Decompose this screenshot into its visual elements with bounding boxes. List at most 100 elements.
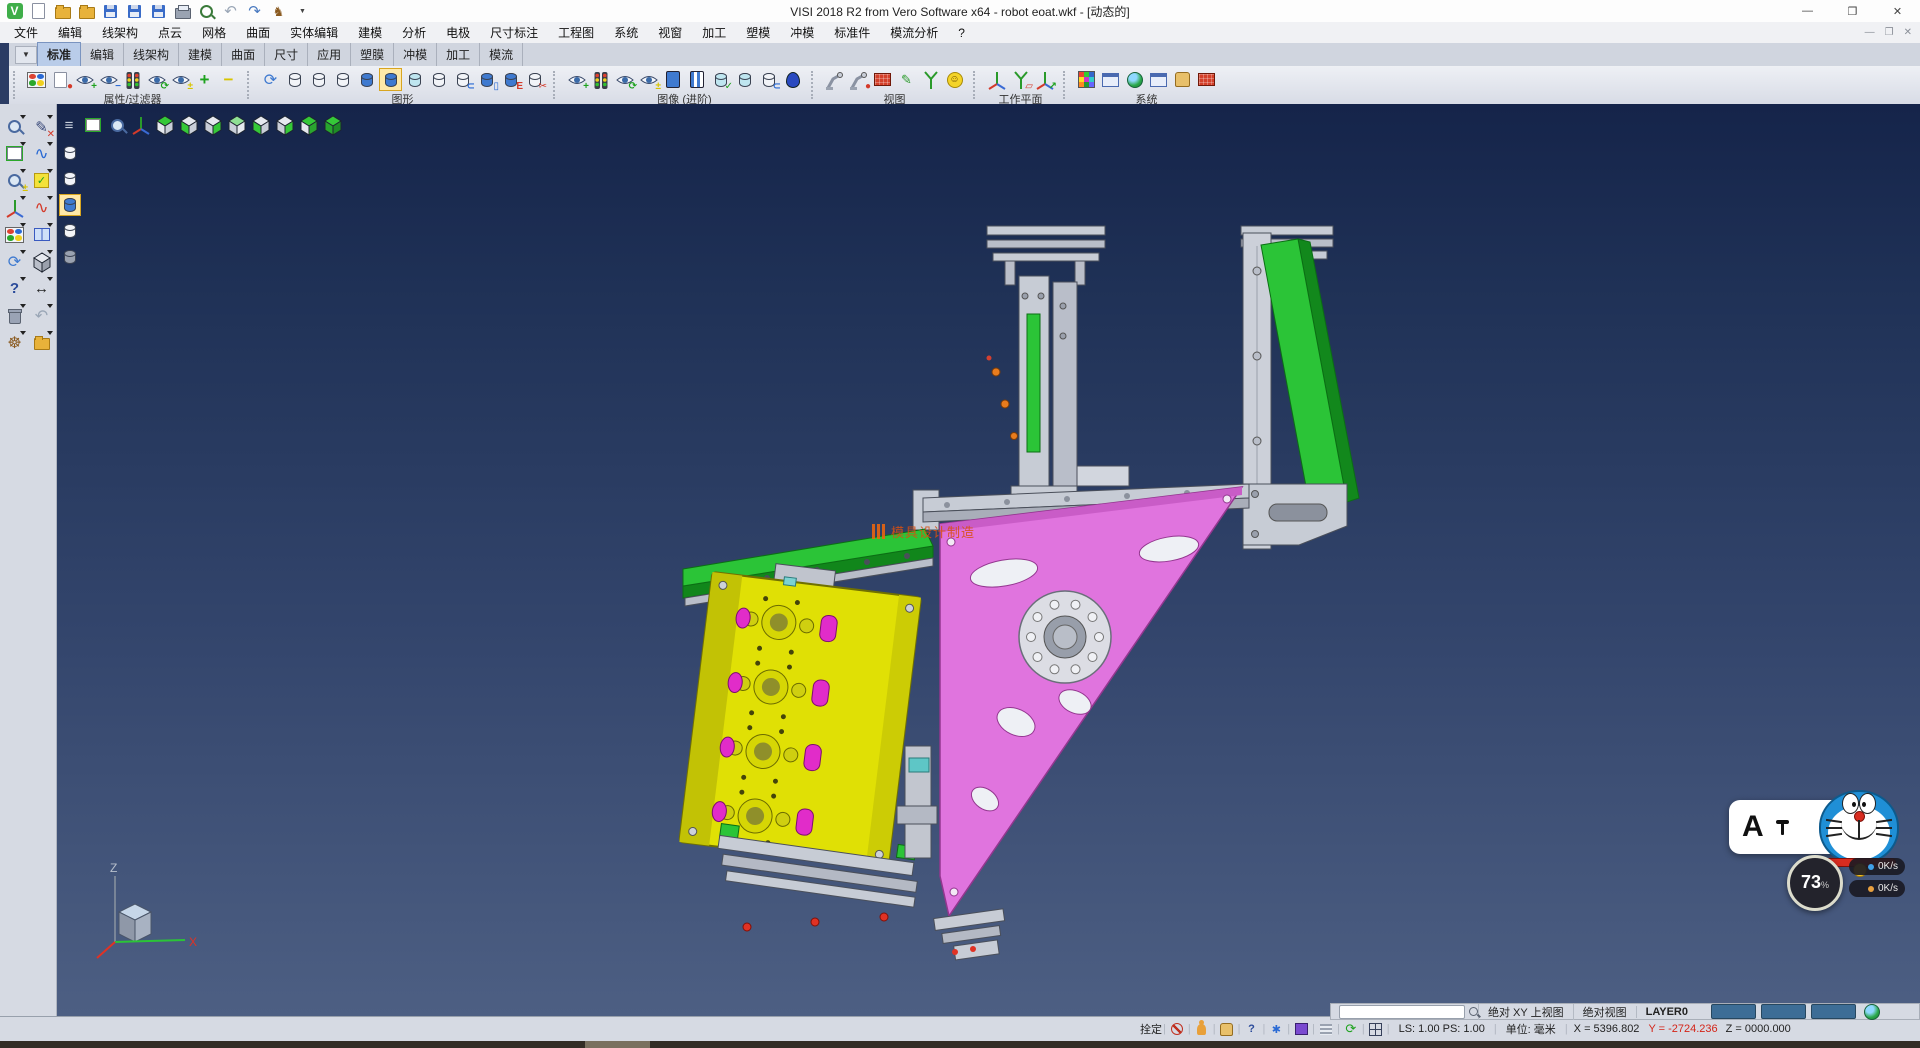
clip-display-button[interactable]: ⊂ [451,68,474,91]
undo-grey-button[interactable]: ↶ [29,303,54,328]
multi-view-display-button[interactable]: ▯ [475,68,498,91]
save-button[interactable] [102,3,119,20]
dynamic-view-button[interactable] [823,68,846,91]
toolbar-drag-handle[interactable] [1063,71,1068,99]
absolute-view-indicator[interactable]: 绝对视图 [1573,1004,1636,1020]
box-mode-toggle[interactable] [1293,1022,1309,1037]
print-button[interactable] [174,3,191,20]
user-snap-toggle[interactable] [1194,1022,1210,1037]
attributes-button[interactable] [25,68,48,91]
toggle-visibility-button[interactable]: ± [169,68,192,91]
tab-die[interactable]: 冲模 [394,43,437,66]
tab-standard[interactable]: 标准 [37,42,81,67]
menu-help[interactable]: ? [948,24,975,42]
menu-modeling[interactable]: 建模 [348,22,392,43]
lock-toggle[interactable]: 拴定 [1140,1021,1162,1037]
workplane-set-button[interactable] [985,68,1008,91]
transparent-display-button[interactable] [403,68,426,91]
view-iso-button[interactable] [298,114,320,136]
save-all-button[interactable] [150,3,167,20]
striped-panel-button[interactable] [685,68,708,91]
spline-button[interactable]: ∿ [29,195,54,220]
toolbar-drag-handle[interactable] [13,71,18,99]
filter-traffic-button[interactable] [121,68,144,91]
ucs-button[interactable] [130,114,152,136]
material-drop-button[interactable] [781,68,804,91]
solid-cube-button[interactable] [29,249,54,274]
measure-button[interactable]: ↔ [29,276,54,301]
open-file-button[interactable] [54,3,71,20]
ghost-mode-button[interactable] [59,220,81,242]
ghost-display-button[interactable] [427,68,450,91]
view-front-button[interactable] [202,114,224,136]
tab-mold[interactable]: 塑膜 [351,43,394,66]
menu-surface[interactable]: 曲面 [236,22,280,43]
dashed-display-button[interactable] [331,68,354,91]
view-plane-button[interactable] [871,68,894,91]
grid-pad-button[interactable] [1195,68,1218,91]
tab-list-dropdown[interactable]: ▼ [15,46,37,64]
menu-dimension[interactable]: 尺寸标注 [480,22,548,43]
light-cylinder-button[interactable] [733,68,756,91]
render-panel-button[interactable] [661,68,684,91]
save-as-button[interactable] [126,3,143,20]
toolbar-drag-handle[interactable] [811,71,816,99]
zoom-previous-button[interactable] [106,114,128,136]
attribute-books-button[interactable] [2,222,27,247]
copy-attributes-button[interactable]: ● [49,68,72,91]
menu-solid-edit[interactable]: 实体编辑 [280,22,348,43]
adv-toggle-button[interactable]: ± [637,68,660,91]
menu-flow-analysis[interactable]: 模流分析 [880,22,948,43]
view-bottom-button[interactable] [178,114,200,136]
edit-display-button[interactable]: E [499,68,522,91]
menu-mesh[interactable]: 网格 [192,22,236,43]
regen-solid-button[interactable]: ⟳ [259,68,282,91]
menu-file[interactable]: 文件 [4,22,48,43]
view-right-button[interactable] [274,114,296,136]
adv-show-button[interactable]: + [565,68,588,91]
adv-filter-button[interactable] [589,68,612,91]
undo-button[interactable]: ↶ [222,3,239,20]
window-tools-button[interactable] [1147,68,1170,91]
menu-mold[interactable]: 塑模 [736,22,780,43]
tab-surface[interactable]: 曲面 [222,43,265,66]
toolbar-drag-handle[interactable] [247,71,252,99]
sketch-curve-button[interactable]: ∿ [29,141,54,166]
shaded-mode-button[interactable] [59,194,81,216]
menu-system[interactable]: 系统 [604,22,648,43]
mdi-restore-button[interactable]: ❐ [1885,27,1894,38]
help-button[interactable]: ? [2,276,27,301]
qat-more-button[interactable]: ▼ [294,3,311,20]
toolbar-drag-handle[interactable] [553,71,558,99]
redo-button[interactable]: ↷ [246,3,263,20]
erase-button[interactable]: ✎✕ [29,114,54,139]
no-entry-toggle[interactable] [1169,1022,1185,1037]
delete-button[interactable] [2,303,27,328]
view-left-button[interactable] [250,114,272,136]
macro-button[interactable]: ♞ [270,3,287,20]
menu-edit[interactable]: 编辑 [48,22,92,43]
globe-icon[interactable] [1864,1004,1880,1020]
refresh-visibility-button[interactable]: ⟳ [145,68,168,91]
show-all-button[interactable]: + [193,68,216,91]
dynamic-view2-button[interactable]: ● [847,68,870,91]
tab-edit[interactable]: 编辑 [81,43,124,66]
hidden-line-mode-button[interactable] [59,168,81,190]
tab-application[interactable]: 应用 [308,43,351,66]
toolbar-drag-handle[interactable] [973,71,978,99]
menu-window[interactable]: 视窗 [648,22,692,43]
wcs-button[interactable] [2,195,27,220]
menu-wireframe[interactable]: 线架构 [92,22,148,43]
save-part-button[interactable] [29,330,54,355]
boost-percent-gauge[interactable]: 73 % [1787,855,1843,911]
3d-viewport[interactable]: ≡ [57,104,1920,1016]
menu-electrode[interactable]: 电极 [436,22,480,43]
maximize-button[interactable]: ❐ [1830,0,1875,22]
section-display-button[interactable]: ✂ [523,68,546,91]
active-layer-indicator[interactable]: LAYER0 [1636,1006,1697,1018]
hide-entities-button[interactable]: − [97,68,120,91]
layers-toggle[interactable] [1318,1022,1334,1037]
snap-toggle[interactable]: ✱ [1268,1022,1284,1037]
menu-standard-parts[interactable]: 标准件 [824,22,880,43]
sketch-view-button[interactable]: ✎ [895,68,918,91]
